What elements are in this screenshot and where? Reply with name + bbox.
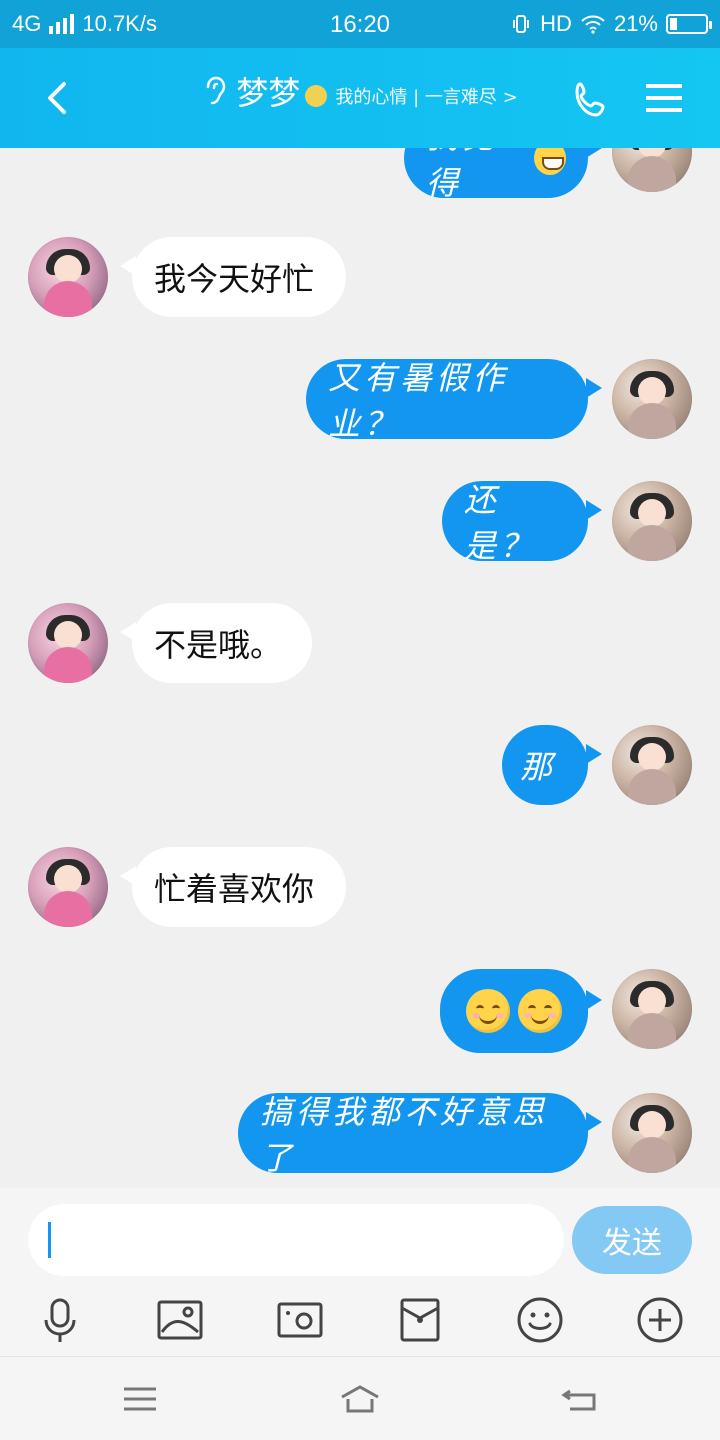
mood-text: 我的心情 | 一言难尽 > bbox=[335, 87, 518, 108]
camera-icon[interactable] bbox=[275, 1295, 325, 1345]
image-icon[interactable] bbox=[155, 1295, 205, 1345]
hd-label: HD bbox=[540, 11, 572, 36]
bubble-tail bbox=[586, 744, 602, 764]
mood-row[interactable]: 我的心情 | 一言难尽 > bbox=[305, 83, 518, 109]
avatar-self[interactable] bbox=[612, 969, 692, 1049]
avatar-contact[interactable] bbox=[28, 603, 108, 683]
message-text: 忙着喜欢你 bbox=[154, 870, 315, 908]
contact-name: 梦梦 bbox=[236, 74, 301, 112]
bubble-tail bbox=[586, 148, 602, 158]
message-bubble-partial: 我觉得 bbox=[404, 148, 588, 202]
mood-smile-icon bbox=[305, 85, 328, 107]
smile-emoji-icon bbox=[518, 989, 562, 1033]
system-nav-bar bbox=[0, 1356, 720, 1440]
message-text: 还是？ bbox=[464, 481, 537, 565]
message-bubble[interactable]: 忙着喜欢你 bbox=[132, 847, 346, 927]
message-bubble[interactable]: 搞得我都不好意思了 bbox=[238, 1093, 588, 1177]
battery-icon bbox=[666, 14, 712, 34]
message-text: 又有暑假作业？ bbox=[328, 359, 509, 443]
contact-title-row: 梦梦 bbox=[202, 68, 300, 114]
avatar-contact[interactable] bbox=[28, 237, 108, 317]
battery-percent: 21% bbox=[613, 11, 658, 36]
avatar-self[interactable] bbox=[612, 725, 692, 805]
message-text: 搞得我都不好意思了 bbox=[260, 1093, 549, 1177]
message-text: 我今天好忙 bbox=[154, 260, 315, 298]
ear-icon bbox=[207, 76, 226, 105]
bubble-tail bbox=[586, 990, 602, 1010]
chat-header: 梦梦 我的心情 | 一言难尽 > bbox=[0, 48, 720, 148]
bubble-tail bbox=[586, 1112, 602, 1132]
status-right: HD 21% bbox=[510, 11, 712, 37]
message-bubble[interactable]: 又有暑假作业？ bbox=[306, 359, 588, 443]
wifi-icon bbox=[581, 15, 605, 34]
send-button[interactable]: 发送 bbox=[572, 1206, 692, 1274]
message-text: 我觉得 bbox=[426, 148, 494, 202]
avatar-self[interactable] bbox=[612, 481, 692, 561]
avatar-self[interactable] bbox=[612, 359, 692, 439]
text-cursor bbox=[48, 1222, 51, 1258]
nav-menu-icon[interactable] bbox=[120, 1383, 160, 1415]
microphone-icon[interactable] bbox=[35, 1295, 85, 1345]
bubble-tail bbox=[586, 500, 602, 520]
input-area: 发送 bbox=[0, 1188, 720, 1356]
avatar-contact[interactable] bbox=[28, 847, 108, 927]
nav-home-icon[interactable] bbox=[338, 1383, 382, 1415]
emoji-icon[interactable] bbox=[515, 1295, 565, 1345]
vibrate-icon bbox=[513, 15, 530, 33]
message-input[interactable] bbox=[28, 1204, 564, 1276]
message-bubble[interactable]: 那 bbox=[502, 725, 588, 805]
toolbar bbox=[0, 1292, 720, 1348]
phone-icon[interactable] bbox=[570, 78, 614, 122]
avatar-self[interactable] bbox=[612, 148, 692, 192]
message-bubble[interactable]: 还是？ bbox=[442, 481, 588, 565]
message-bubble-emoji[interactable] bbox=[440, 969, 588, 1053]
message-bubble[interactable]: 我今天好忙 bbox=[132, 237, 346, 317]
message-text: 那 bbox=[520, 748, 557, 786]
message-bubble[interactable]: 不是哦。 bbox=[132, 603, 312, 683]
chat-area[interactable]: 我觉得 我今天好忙 又有暑假作业？ 还是？ 不是哦。 那 忙着喜欢你 搞得我都不… bbox=[0, 148, 720, 1188]
message-text: 不是哦。 bbox=[154, 626, 283, 664]
menu-icon[interactable] bbox=[644, 80, 684, 116]
bubble-tail bbox=[586, 378, 602, 398]
nav-back-icon[interactable] bbox=[560, 1383, 600, 1415]
status-bar: 4G 10.7K/s 16:20 HD 21% bbox=[0, 0, 720, 48]
plus-icon[interactable] bbox=[635, 1295, 685, 1345]
smile-emoji-icon bbox=[466, 989, 510, 1033]
grin-emoji-icon bbox=[534, 148, 566, 175]
red-envelope-icon[interactable] bbox=[395, 1295, 445, 1345]
avatar-self[interactable] bbox=[612, 1093, 692, 1173]
